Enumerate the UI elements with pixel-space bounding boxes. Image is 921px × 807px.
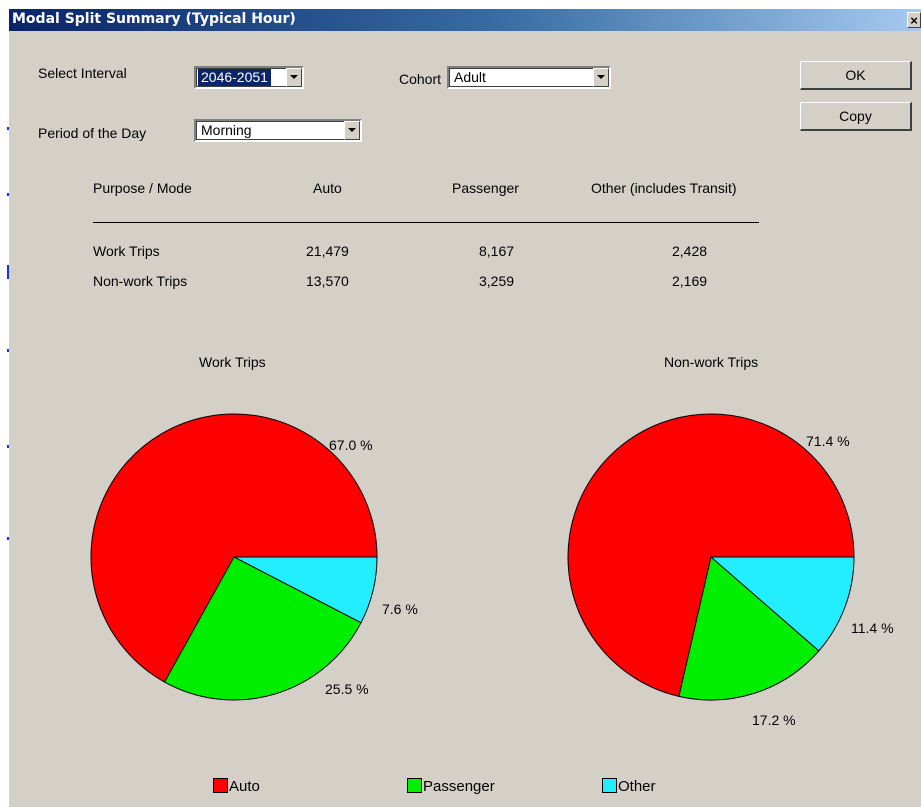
nonwork-other-pct: 11.4 %	[851, 620, 894, 636]
nonwork-passenger-pct: 17.2 %	[752, 712, 796, 728]
legend-item-passenger: Passenger	[407, 778, 495, 795]
period-select[interactable]: Morning	[194, 119, 362, 142]
column-header-auto: Auto	[313, 180, 342, 196]
work-other-pct: 7.6 %	[382, 601, 418, 617]
legend-label-passenger: Passenger	[423, 778, 495, 795]
work-passenger-pct: 25.5 %	[325, 681, 369, 697]
cohort-select[interactable]: Adult	[447, 66, 611, 89]
modal-split-dialog: Modal Split Summary (Typical Hour) × Sel…	[9, 8, 921, 807]
row-nonwork-other: 2,169	[672, 273, 708, 289]
work-auto-pct: 67.0 %	[329, 437, 373, 453]
row-nonwork-auto: 13,570	[306, 273, 349, 289]
legend-label-auto: Auto	[229, 778, 260, 795]
nonwork-trips-pie	[567, 413, 855, 701]
row-nonwork-purpose: Non-work Trips	[93, 273, 188, 289]
ok-button[interactable]: OK	[800, 61, 912, 90]
window-title: Modal Split Summary (Typical Hour)	[12, 11, 296, 27]
nonwork-auto-pct: 71.4 %	[806, 433, 850, 449]
row-work-passenger: 8,167	[479, 243, 515, 259]
row-work-auto: 21,479	[306, 243, 349, 259]
row-work-purpose: Work Trips	[93, 243, 160, 259]
interval-value: 2046-2051	[198, 69, 271, 86]
column-header-passenger: Passenger	[452, 180, 519, 196]
nonwork-chart-title: Non-work Trips	[664, 354, 759, 370]
chevron-down-icon[interactable]	[286, 68, 302, 87]
interval-label: Select Interval	[38, 65, 127, 81]
chevron-down-icon[interactable]	[344, 121, 360, 140]
copy-button[interactable]: Copy	[800, 102, 912, 131]
work-chart-title: Work Trips	[199, 354, 266, 370]
legend-label-other: Other	[618, 778, 656, 795]
legend-swatch-other	[602, 778, 617, 793]
cohort-label: Cohort	[399, 71, 442, 87]
row-nonwork-passenger: 3,259	[479, 273, 515, 289]
chevron-down-icon[interactable]	[593, 68, 609, 87]
title-bar[interactable]: Modal Split Summary (Typical Hour) ×	[9, 9, 921, 31]
row-work-other: 2,428	[672, 243, 708, 259]
legend-swatch-passenger	[407, 778, 422, 793]
column-header-purpose: Purpose / Mode	[93, 180, 192, 196]
cohort-value: Adult	[454, 69, 486, 85]
work-trips-pie	[90, 413, 378, 701]
column-header-other: Other (includes Transit)	[591, 180, 737, 196]
table-divider	[93, 222, 759, 223]
period-label: Period of the Day	[38, 125, 147, 141]
close-icon: ×	[910, 13, 918, 28]
close-button[interactable]: ×	[907, 12, 921, 28]
interval-select[interactable]: 2046-2051	[194, 66, 304, 89]
legend-swatch-auto	[213, 778, 228, 793]
legend-item-auto: Auto	[213, 778, 260, 795]
legend-item-other: Other	[602, 778, 656, 795]
period-value: Morning	[201, 122, 252, 138]
background-strip	[0, 0, 9, 806]
